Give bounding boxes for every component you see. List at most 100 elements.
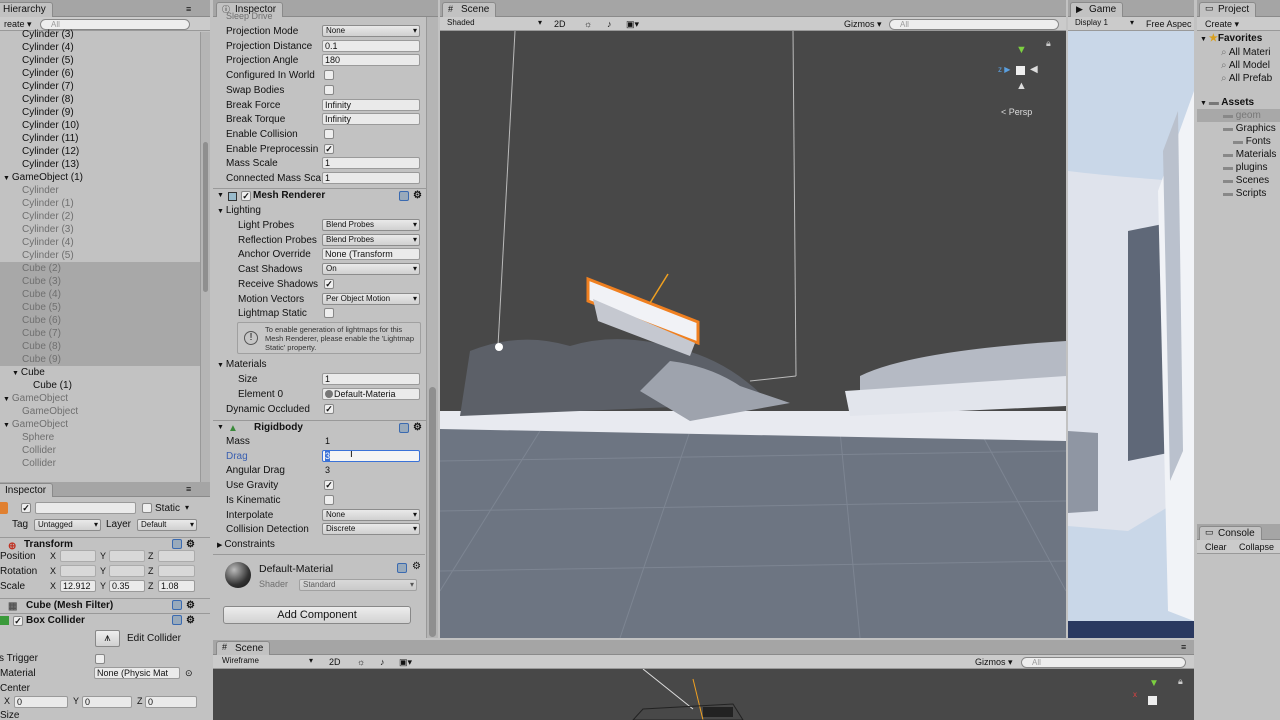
add-component-button[interactable]: Add Component <box>223 606 411 624</box>
gizmo-neg-y-icon[interactable]: ▲ <box>1016 80 1027 92</box>
persp-label[interactable]: < Persp <box>1001 107 1032 117</box>
box-collider-header[interactable]: ✓ Box Collider ⚙ <box>0 613 210 628</box>
aspect-dropdown[interactable]: Free Aspec <box>1142 18 1194 30</box>
edit-collider-button[interactable]: ⩚ <box>95 630 120 647</box>
hierarchy-item[interactable]: Cylinder (9) <box>0 106 200 119</box>
tab-inspector-left[interactable]: Inspector <box>0 483 54 497</box>
layer-dropdown[interactable]: Default <box>137 519 197 531</box>
object-active-checkbox[interactable]: ✓ <box>21 503 31 513</box>
hierarchy-item[interactable]: Cube (4) <box>0 288 200 301</box>
tag-dropdown[interactable]: Untagged <box>34 519 101 531</box>
bottom-orientation-gizmo[interactable]: ▼ x <box>1131 678 1171 720</box>
property-checkbox[interactable]: ✓ <box>324 143 334 154</box>
favorites-header[interactable]: ▼ ★Favorites <box>1200 32 1262 45</box>
tab-game[interactable]: ▶ Game <box>1070 2 1124 17</box>
hierarchy-item[interactable]: Cylinder <box>0 184 200 197</box>
shader-dropdown[interactable]: Standard <box>299 579 417 591</box>
hierarchy-item[interactable]: Collider <box>0 457 200 470</box>
assets-folder[interactable]: ▬ plugins <box>1197 161 1280 174</box>
property-field[interactable]: 1 <box>322 172 420 184</box>
hierarchy-item[interactable]: Cube (1) <box>0 379 200 392</box>
mode-2d-button[interactable]: 2D <box>550 18 570 30</box>
audio-toggle-icon[interactable]: ♪ <box>603 18 616 30</box>
is-trigger-checkbox[interactable] <box>95 654 105 664</box>
property-checkbox[interactable] <box>324 308 334 319</box>
hierarchy-item[interactable]: Cylinder (11) <box>0 132 200 145</box>
drag-field[interactable]: 3I <box>322 450 420 462</box>
bottom-scene-lock-icon[interactable]: 🔒︎ <box>1178 676 1183 687</box>
property-field[interactable]: 0.1 <box>322 39 420 52</box>
dynamic-occluded-checkbox[interactable]: ✓ <box>324 404 334 414</box>
tab-scene[interactable]: # Scene <box>442 2 497 17</box>
bottom-gizmos-dropdown[interactable]: Gizmos ▾ <box>971 656 1017 668</box>
property-dropdown[interactable]: None <box>322 25 420 37</box>
rigidbody-foldout[interactable]: ▼ <box>217 421 224 435</box>
console-clear-button[interactable]: Clear <box>1201 541 1231 553</box>
property-field[interactable]: 1 <box>322 157 420 170</box>
use-gravity-checkbox[interactable]: ✓ <box>324 480 334 490</box>
property-checkbox[interactable]: ✓ <box>324 278 334 289</box>
bottom-effects-toggle-icon[interactable]: ▣▾ <box>395 656 416 668</box>
property-checkbox[interactable] <box>324 70 334 81</box>
assets-folder[interactable]: ▬ Fonts <box>1197 135 1280 148</box>
box-collider-enabled-checkbox[interactable]: ✓ <box>13 616 23 626</box>
hierarchy-item[interactable]: Sphere <box>0 431 200 444</box>
hierarchy-item[interactable]: Cylinder (4) <box>0 236 200 249</box>
console-collapse-button[interactable]: Collapse <box>1235 541 1278 553</box>
scene-bottom-menu-icon[interactable]: ≡ <box>1181 642 1186 652</box>
position-z-field[interactable] <box>158 550 195 562</box>
hierarchy-item[interactable]: Cube (2) <box>0 262 200 275</box>
mesh-renderer-header[interactable]: ▼ ✓ Mesh Renderer ⚙ <box>213 188 438 203</box>
hierarchy-item[interactable]: Cylinder (4) <box>0 41 200 54</box>
mass-value[interactable]: 1 <box>325 436 330 446</box>
light-gizmo-icon[interactable] <box>495 343 503 351</box>
hierarchy-item[interactable]: Cylinder (10) <box>0 119 200 132</box>
gizmo-cube-icon[interactable] <box>1016 66 1025 75</box>
bottom-scene-search-input[interactable]: All <box>1021 657 1186 668</box>
transform-help-icon[interactable] <box>172 539 182 549</box>
hierarchy-item[interactable]: Cylinder (5) <box>0 54 200 67</box>
hierarchy-item[interactable]: Cube (8) <box>0 340 200 353</box>
inspector-left-menu-icon[interactable]: ≡ <box>186 484 191 494</box>
box-collider-settings-icon[interactable]: ⚙ <box>186 614 195 628</box>
assets-folder[interactable]: ▬ Materials <box>1197 148 1280 161</box>
tab-scene-bottom[interactable]: # Scene <box>216 641 271 655</box>
property-field[interactable]: Infinity <box>322 113 420 126</box>
assets-folder[interactable]: ▬ Graphics <box>1197 122 1280 135</box>
foldout-arrow-icon[interactable]: ▼ <box>3 396 12 403</box>
center-y-field[interactable]: 0 <box>82 696 132 708</box>
gizmo-z-axis-icon[interactable]: z ▶ <box>998 65 1010 74</box>
bottom-mode-2d-button[interactable]: 2D <box>325 656 345 668</box>
rigidbody-header[interactable]: ▼ ▲ Rigidbody ⚙ <box>213 420 438 435</box>
rotation-x-field[interactable] <box>60 565 96 577</box>
hierarchy-item[interactable]: Cylinder (2) <box>0 210 200 223</box>
lighting-toggle-icon[interactable]: ☼ <box>580 18 596 30</box>
rotation-z-field[interactable] <box>158 565 195 577</box>
hierarchy-item[interactable]: ▼ Cube <box>0 366 200 379</box>
scene-lock-icon[interactable]: 🔒︎ <box>1046 38 1051 49</box>
material-settings-icon[interactable]: ⚙ <box>412 561 421 572</box>
is-kinematic-checkbox[interactable] <box>324 495 334 505</box>
scene-search-input[interactable]: All <box>889 19 1059 30</box>
mesh-filter-settings-icon[interactable]: ⚙ <box>186 599 195 613</box>
scale-y-field[interactable]: 0.35 <box>109 580 145 592</box>
assets-folder[interactable]: ▬ geom <box>1197 109 1280 122</box>
hierarchy-item[interactable]: Cylinder (13) <box>0 158 200 171</box>
collision-detection-dropdown[interactable]: Discrete <box>322 523 420 535</box>
rigidbody-settings-icon[interactable]: ⚙ <box>413 421 422 435</box>
scene-orientation-gizmo[interactable]: ▼ ◀ z ▶ ▲ <box>995 42 1045 98</box>
assets-folder[interactable]: ▬ Scripts <box>1197 187 1280 200</box>
rigidbody-help-icon[interactable] <box>399 423 409 433</box>
hierarchy-item[interactable]: Collider <box>0 444 200 457</box>
hierarchy-item[interactable]: Cylinder (1) <box>0 197 200 210</box>
materials-foldout[interactable]: ▼ Materials <box>217 358 266 371</box>
angular-drag-value[interactable]: 3 <box>325 465 330 475</box>
shading-mode-dropdown[interactable]: Shaded <box>444 18 544 30</box>
hierarchy-item[interactable]: Cube (3) <box>0 275 200 288</box>
hierarchy-item[interactable]: GameObject <box>0 405 200 418</box>
box-collider-help-icon[interactable] <box>172 615 182 625</box>
center-z-field[interactable]: 0 <box>145 696 197 708</box>
lighting-foldout[interactable]: ▼ Lighting <box>217 204 261 217</box>
hierarchy-item[interactable]: ▼ GameObject <box>0 392 200 405</box>
favorites-item[interactable]: ⌕ All Prefab <box>1221 72 1272 85</box>
